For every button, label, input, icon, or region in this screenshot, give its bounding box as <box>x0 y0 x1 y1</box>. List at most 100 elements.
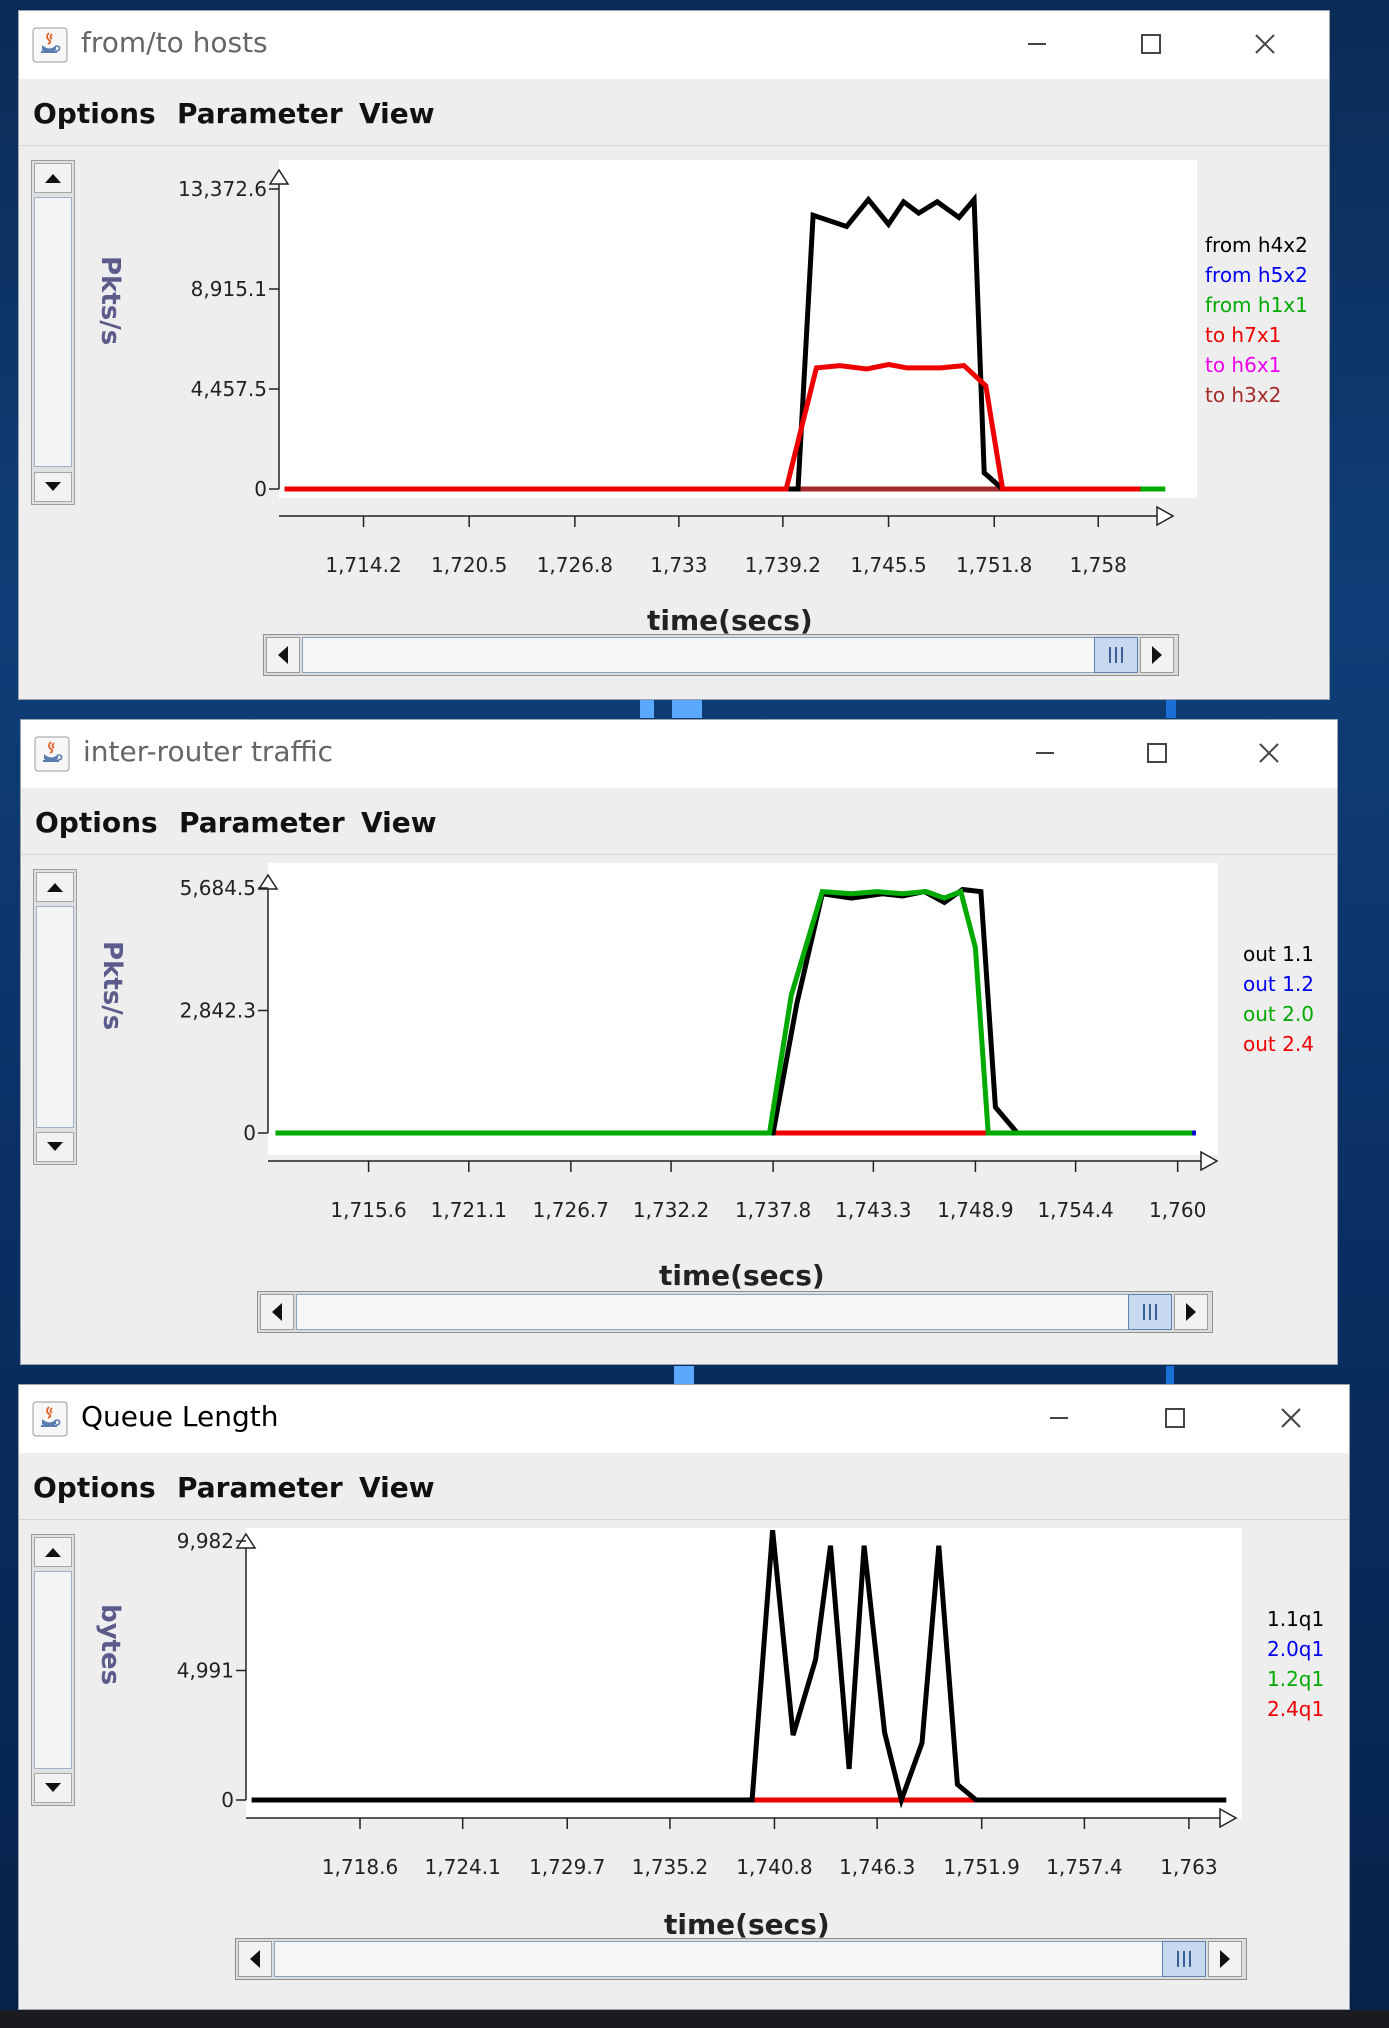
java-coffee-icon <box>32 27 68 63</box>
menu-bar: Options Parameter View <box>21 788 1337 855</box>
y-tick-label: 2,842.3 <box>180 998 256 1022</box>
x-tick-label: 1,740.8 <box>736 1855 812 1879</box>
legend-item: to h7x1 <box>1205 323 1282 347</box>
x-tick-label: 1,746.3 <box>839 1855 915 1879</box>
title-bar[interactable]: Queue Length <box>19 1385 1349 1453</box>
legend-item: from h5x2 <box>1205 263 1308 287</box>
horizontal-scrollbar[interactable] <box>263 634 1179 676</box>
minimize-button[interactable] <box>1015 728 1075 778</box>
y-tick-label: 4,457.5 <box>191 377 267 401</box>
maximize-button[interactable] <box>1145 1393 1205 1443</box>
x-tick-label: 1,718.6 <box>322 1855 398 1879</box>
legend-item: from h4x2 <box>1205 233 1308 257</box>
menu-options[interactable]: Options <box>33 97 156 130</box>
legend-item: out 1.2 <box>1243 972 1314 996</box>
menu-view[interactable]: View <box>361 806 437 839</box>
y-tick-label: 9,982 <box>177 1529 234 1553</box>
scroll-left-button[interactable] <box>260 1294 294 1330</box>
x-tick-label: 1,729.7 <box>529 1855 605 1879</box>
scroll-right-button[interactable] <box>1208 1941 1242 1977</box>
hosts-window: from/to hosts Options Parameter View Pkt… <box>18 10 1330 700</box>
scroll-right-button[interactable] <box>1174 1294 1208 1330</box>
menu-view[interactable]: View <box>359 97 435 130</box>
x-axis-title: time(secs) <box>647 604 813 637</box>
legend: from h4x2 from h5x2 from h1x1 to h7x1 to h6x… <box>1205 230 1308 410</box>
x-tick-label: 1,745.5 <box>850 553 926 577</box>
x-tick-label: 1,758 <box>1070 553 1127 577</box>
horizontal-scrollbar[interactable] <box>235 1938 1247 1980</box>
legend-item: 1.1q1 <box>1267 1607 1325 1631</box>
legend: out 1.1 out 1.2 out 2.0 out 2.4 <box>1243 939 1314 1059</box>
legend-item: 1.2q1 <box>1267 1667 1325 1691</box>
horizontal-scrollbar[interactable] <box>257 1291 1213 1333</box>
menu-options[interactable]: Options <box>35 806 158 839</box>
scroll-grip[interactable] <box>1094 637 1138 673</box>
scroll-grip[interactable] <box>1162 1941 1206 1977</box>
y-tick-label: 0 <box>254 477 267 501</box>
desktop-light-beam <box>1166 700 1176 718</box>
x-tick-label: 1,726.7 <box>533 1198 609 1222</box>
scroll-right-button[interactable] <box>1140 637 1174 673</box>
menu-bar: Options Parameter View <box>19 1453 1349 1520</box>
maximize-button[interactable] <box>1121 19 1181 69</box>
y-tick-label: 13,372.6 <box>178 177 267 201</box>
title-bar[interactable]: from/to hosts <box>19 11 1329 79</box>
x-axis-title: time(secs) <box>664 1908 830 1941</box>
x-tick-label: 1,743.3 <box>835 1198 911 1222</box>
desktop-light-beam <box>1166 1366 1174 1386</box>
x-tick-label: 1,751.9 <box>944 1855 1020 1879</box>
x-tick-label: 1,733 <box>650 553 707 577</box>
minimize-button[interactable] <box>1029 1393 1089 1443</box>
java-coffee-icon <box>32 1401 68 1437</box>
x-tick-label: 1,763 <box>1160 1855 1217 1879</box>
minimize-button[interactable] <box>1007 19 1067 69</box>
window-content: bytes 0 4,991 9,982 1,718.6 1,724.1 1,729.7 1,… <box>19 1520 1349 2009</box>
x-tick-label: 1,737.8 <box>735 1198 811 1222</box>
x-tick-label: 1,721.1 <box>431 1198 507 1222</box>
legend-item: from h1x1 <box>1205 293 1308 317</box>
series-line <box>275 886 1193 1136</box>
y-tick-label: 8,915.1 <box>191 277 267 301</box>
close-button[interactable] <box>1239 728 1299 778</box>
y-tick-label: 0 <box>221 1788 234 1812</box>
scroll-left-button[interactable] <box>266 637 300 673</box>
desktop-light-beam <box>674 1366 694 1386</box>
close-button[interactable] <box>1235 19 1295 69</box>
x-axis-arrow <box>1219 1807 1238 1829</box>
taskbar <box>0 2010 1389 2028</box>
legend: 1.1q1 2.0q1 1.2q1 2.4q1 <box>1267 1604 1324 1724</box>
menu-options[interactable]: Options <box>33 1471 156 1504</box>
scroll-thumb[interactable] <box>302 637 1100 673</box>
window-title: Queue Length <box>81 1400 279 1433</box>
series-line <box>251 1529 1227 1809</box>
scroll-grip[interactable] <box>1128 1294 1172 1330</box>
x-tick-label: 1,720.5 <box>431 553 507 577</box>
menu-parameter[interactable]: Parameter <box>177 1471 343 1504</box>
y-tick-label: 4,991 <box>177 1659 234 1683</box>
close-button[interactable] <box>1261 1393 1321 1443</box>
menu-parameter[interactable]: Parameter <box>177 97 343 130</box>
title-bar[interactable]: inter-router traffic <box>21 720 1337 788</box>
scroll-thumb[interactable] <box>274 1941 1166 1977</box>
router-window: inter-router traffic Options Parameter V… <box>20 719 1338 1365</box>
window-title: inter-router traffic <box>83 735 334 768</box>
x-tick-label: 1,760 <box>1149 1198 1206 1222</box>
scroll-thumb[interactable] <box>296 1294 1132 1330</box>
y-axis-arrow <box>257 873 279 890</box>
legend-item: 2.0q1 <box>1267 1637 1325 1661</box>
desktop-light-beam <box>672 700 702 718</box>
menu-view[interactable]: View <box>359 1471 435 1504</box>
menu-bar: Options Parameter View <box>19 79 1329 146</box>
x-axis-title: time(secs) <box>659 1259 825 1292</box>
scroll-left-button[interactable] <box>238 1941 272 1977</box>
x-tick-label: 1,714.2 <box>325 553 401 577</box>
legend-item: 2.4q1 <box>1267 1697 1325 1721</box>
x-tick-label: 1,726.8 <box>537 553 613 577</box>
y-axis-arrow <box>268 168 290 185</box>
maximize-button[interactable] <box>1127 728 1187 778</box>
x-tick-label: 1,735.2 <box>632 1855 708 1879</box>
menu-parameter[interactable]: Parameter <box>179 806 345 839</box>
x-tick-label: 1,748.9 <box>937 1198 1013 1222</box>
window-content: Pkts/s 0 4,457.5 8,915.1 13,372.6 1,714.2 1,7… <box>19 146 1329 699</box>
x-tick-label: 1,724.1 <box>425 1855 501 1879</box>
